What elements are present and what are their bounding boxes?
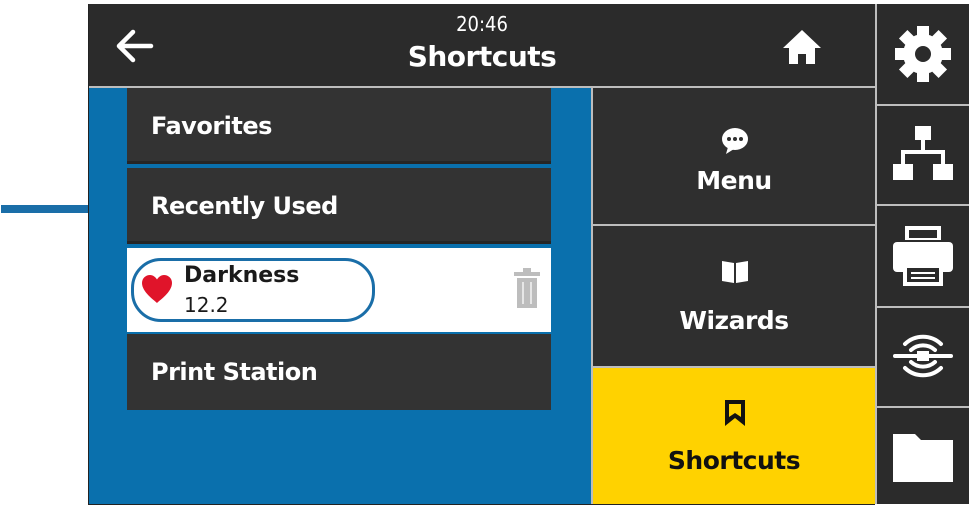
network-icon (893, 126, 953, 180)
settings-button[interactable] (875, 4, 969, 106)
side-toolbar (875, 4, 969, 504)
wireless-icon (893, 334, 953, 378)
nav-menu-button[interactable]: Menu (591, 88, 875, 226)
list-item-label: Print Station (151, 358, 318, 386)
printer-screen: 20:46 Shortcuts Favorites Recently Used … (88, 4, 875, 505)
clock-time: 20:46 (456, 12, 508, 36)
files-button[interactable] (875, 408, 969, 504)
nav-label: Shortcuts (667, 446, 801, 475)
favorite-name: Darkness (184, 263, 300, 288)
menu-bubble-icon (722, 128, 748, 154)
bookmark-icon (725, 400, 745, 426)
favorite-darkness-button[interactable]: Darkness 12.2 (131, 258, 375, 322)
book-icon (722, 261, 748, 283)
wireless-button[interactable] (875, 308, 969, 408)
list-item-label: Recently Used (151, 192, 338, 220)
page-title: Shortcuts (407, 40, 557, 73)
folder-icon (893, 434, 953, 482)
favorite-entry-row: Darkness 12.2 (127, 248, 551, 332)
favorite-value: 12.2 (184, 293, 229, 317)
network-button[interactable] (875, 106, 969, 206)
nav-label: Wizards (679, 306, 789, 335)
heart-icon[interactable] (140, 273, 174, 305)
trash-icon[interactable] (513, 268, 541, 308)
main-nav: Menu Wizards Shortcuts (591, 88, 875, 504)
list-item-label: Favorites (151, 112, 272, 140)
back-arrow-icon[interactable] (111, 22, 159, 70)
nav-shortcuts-button[interactable]: Shortcuts (591, 368, 875, 504)
home-icon[interactable] (779, 24, 825, 70)
printer-icon (893, 226, 953, 286)
header-bar: 20:46 Shortcuts (89, 4, 875, 88)
nav-label: Menu (696, 166, 772, 195)
shortcuts-list: Favorites Recently Used Darkness 12.2 Pr (127, 88, 551, 410)
list-item-favorites[interactable]: Favorites (127, 88, 551, 164)
list-item-print-station[interactable]: Print Station (127, 334, 551, 410)
print-button[interactable] (875, 206, 969, 308)
list-item-recently-used[interactable]: Recently Used (127, 168, 551, 244)
nav-wizards-button[interactable]: Wizards (591, 226, 875, 368)
gear-icon (895, 26, 951, 82)
